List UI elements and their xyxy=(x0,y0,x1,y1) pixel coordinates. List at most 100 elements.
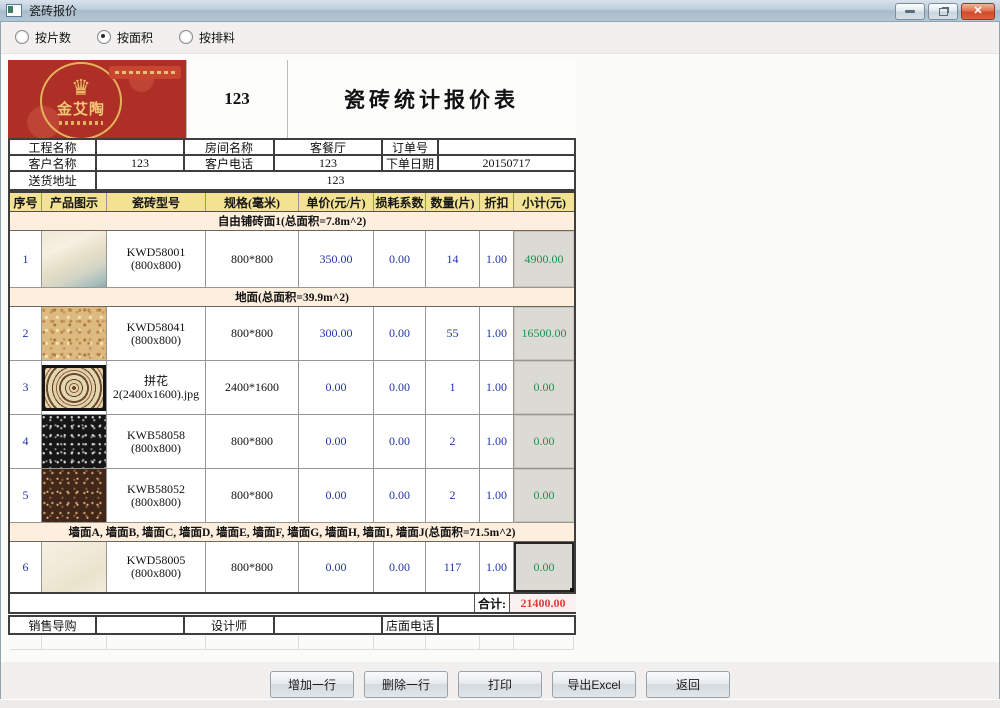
customer-name-label: 客户名称 xyxy=(10,156,97,170)
room-name-label: 房间名称 xyxy=(185,140,275,154)
product-image-cell[interactable] xyxy=(42,469,107,522)
project-name-value[interactable] xyxy=(97,140,185,154)
product-image-cell[interactable] xyxy=(42,542,107,592)
product-image-cell[interactable] xyxy=(42,361,107,414)
price-cell[interactable]: 300.00 xyxy=(299,307,374,360)
col-discount: 折扣 xyxy=(480,193,514,211)
price-cell[interactable]: 0.00 xyxy=(299,361,374,414)
discount-cell[interactable]: 1.00 xyxy=(480,469,514,522)
seq-cell[interactable]: 2 xyxy=(10,307,42,360)
close-button[interactable]: ✕ xyxy=(961,3,995,20)
radio-by-layout[interactable]: 按排料 xyxy=(179,29,235,46)
delete-row-button[interactable]: 删除一行 xyxy=(364,671,448,698)
customer-name-value[interactable]: 123 xyxy=(97,156,185,170)
qty-cell[interactable]: 1 xyxy=(426,361,480,414)
sales-guide-label: 销售导购 xyxy=(10,617,97,633)
price-cell[interactable]: 350.00 xyxy=(299,231,374,287)
seq-cell[interactable]: 6 xyxy=(10,542,42,592)
loss-cell[interactable]: 0.00 xyxy=(374,361,426,414)
discount-cell[interactable]: 1.00 xyxy=(480,231,514,287)
spec-cell[interactable]: 2400*1600 xyxy=(206,361,299,414)
document-number: 123 xyxy=(186,60,288,138)
store-phone-value[interactable] xyxy=(439,617,574,633)
sales-guide-value[interactable] xyxy=(97,617,185,633)
selection-handle[interactable] xyxy=(570,588,574,592)
action-button-bar: 增加一行 删除一行 打印 导出Excel 返回 xyxy=(270,671,730,698)
price-cell[interactable]: 0.00 xyxy=(299,542,374,592)
radio-by-area[interactable]: 按面积 xyxy=(97,29,153,46)
radio-by-piece[interactable]: 按片数 xyxy=(15,29,71,46)
back-button[interactable]: 返回 xyxy=(646,671,730,698)
print-button[interactable]: 打印 xyxy=(458,671,542,698)
delivery-address-value[interactable]: 123 xyxy=(97,172,574,189)
window-title: 瓷砖报价 xyxy=(29,2,77,19)
subtotal-cell[interactable]: 0.00 xyxy=(514,361,574,414)
qty-cell[interactable]: 117 xyxy=(426,542,480,592)
subtotal-cell[interactable]: 16500.00 xyxy=(514,307,574,360)
col-model: 瓷砖型号 xyxy=(107,193,206,211)
order-date-value[interactable]: 20150717 xyxy=(439,156,574,170)
seq-cell[interactable]: 3 xyxy=(10,361,42,414)
spec-cell[interactable]: 800*800 xyxy=(206,542,299,592)
discount-cell[interactable]: 1.00 xyxy=(480,361,514,414)
seq-cell[interactable]: 1 xyxy=(10,231,42,287)
qty-cell[interactable]: 2 xyxy=(426,415,480,468)
restore-button[interactable] xyxy=(928,3,958,20)
col-qty: 数量(片) xyxy=(426,193,480,211)
spec-cell[interactable]: 800*800 xyxy=(206,415,299,468)
room-name-value[interactable]: 客餐厅 xyxy=(275,140,383,154)
add-row-button[interactable]: 增加一行 xyxy=(270,671,354,698)
subtotal-cell[interactable]: 0.00 xyxy=(514,469,574,522)
model-cell[interactable]: KWD58001 (800x800) xyxy=(107,231,206,287)
delivery-address-label: 送货地址 xyxy=(10,172,97,189)
table-row: 4 KWB58058 (800x800) 800*800 0.00 0.00 2… xyxy=(10,415,574,469)
brand-name: 金艾陶 xyxy=(57,98,105,119)
customer-phone-value[interactable]: 123 xyxy=(275,156,383,170)
seq-cell[interactable]: 5 xyxy=(10,469,42,522)
radio-by-layout-label: 按排料 xyxy=(199,29,235,46)
order-no-value[interactable] xyxy=(439,140,574,154)
app-icon xyxy=(6,4,22,17)
table-row: 2 KWD58041 (800x800) 800*800 300.00 0.00… xyxy=(10,307,574,361)
product-image-cell[interactable] xyxy=(42,415,107,468)
total-value[interactable]: 21400.00 xyxy=(509,594,576,612)
discount-cell[interactable]: 1.00 xyxy=(480,415,514,468)
minimize-button[interactable] xyxy=(895,3,925,20)
model-cell[interactable]: 拼花 2(2400x1600).jpg xyxy=(107,361,206,414)
loss-cell[interactable]: 0.00 xyxy=(374,542,426,592)
loss-cell[interactable]: 0.00 xyxy=(374,415,426,468)
model-cell[interactable]: KWD58041 (800x800) xyxy=(107,307,206,360)
model-cell[interactable]: KWB58052 (800x800) xyxy=(107,469,206,522)
total-label: 合计: xyxy=(474,594,509,612)
spec-cell[interactable]: 800*800 xyxy=(206,469,299,522)
subtotal-cell[interactable]: 0.00 xyxy=(514,415,574,468)
order-info-grid: 工程名称 房间名称 客餐厅 订单号 客户名称 123 客户电话 123 下单日期… xyxy=(8,138,576,191)
model-cell[interactable]: KWB58058 (800x800) xyxy=(107,415,206,468)
black-speckled-tile-image xyxy=(42,415,106,468)
product-image-cell[interactable] xyxy=(42,307,107,360)
price-cell[interactable]: 0.00 xyxy=(299,415,374,468)
loss-cell[interactable]: 0.00 xyxy=(374,307,426,360)
qty-cell[interactable]: 14 xyxy=(426,231,480,287)
restore-icon xyxy=(939,8,948,16)
price-cell[interactable]: 0.00 xyxy=(299,469,374,522)
medallion-pattern-image xyxy=(42,365,106,411)
loss-cell[interactable]: 0.00 xyxy=(374,231,426,287)
table-row: 5 KWB58052 (800x800) 800*800 0.00 0.00 2… xyxy=(10,469,574,523)
discount-cell[interactable]: 1.00 xyxy=(480,542,514,592)
model-cell[interactable]: KWD58005 (800x800) xyxy=(107,542,206,592)
qty-cell[interactable]: 2 xyxy=(426,469,480,522)
qty-cell[interactable]: 55 xyxy=(426,307,480,360)
loss-cell[interactable]: 0.00 xyxy=(374,469,426,522)
export-excel-button[interactable]: 导出Excel xyxy=(552,671,636,698)
order-date-label: 下单日期 xyxy=(383,156,439,170)
selected-subtotal-cell[interactable]: 0.00 xyxy=(514,542,574,592)
designer-value[interactable] xyxy=(275,617,383,633)
subtotal-cell[interactable]: 4900.00 xyxy=(514,231,574,287)
spec-cell[interactable]: 800*800 xyxy=(206,307,299,360)
spec-cell[interactable]: 800*800 xyxy=(206,231,299,287)
seq-cell[interactable]: 4 xyxy=(10,415,42,468)
discount-cell[interactable]: 1.00 xyxy=(480,307,514,360)
column-header-row: 序号 产品图示 瓷砖型号 规格(毫米) 单价(元/片) 损耗系数 数量(片) 折… xyxy=(10,193,574,212)
product-image-cell[interactable] xyxy=(42,231,107,287)
